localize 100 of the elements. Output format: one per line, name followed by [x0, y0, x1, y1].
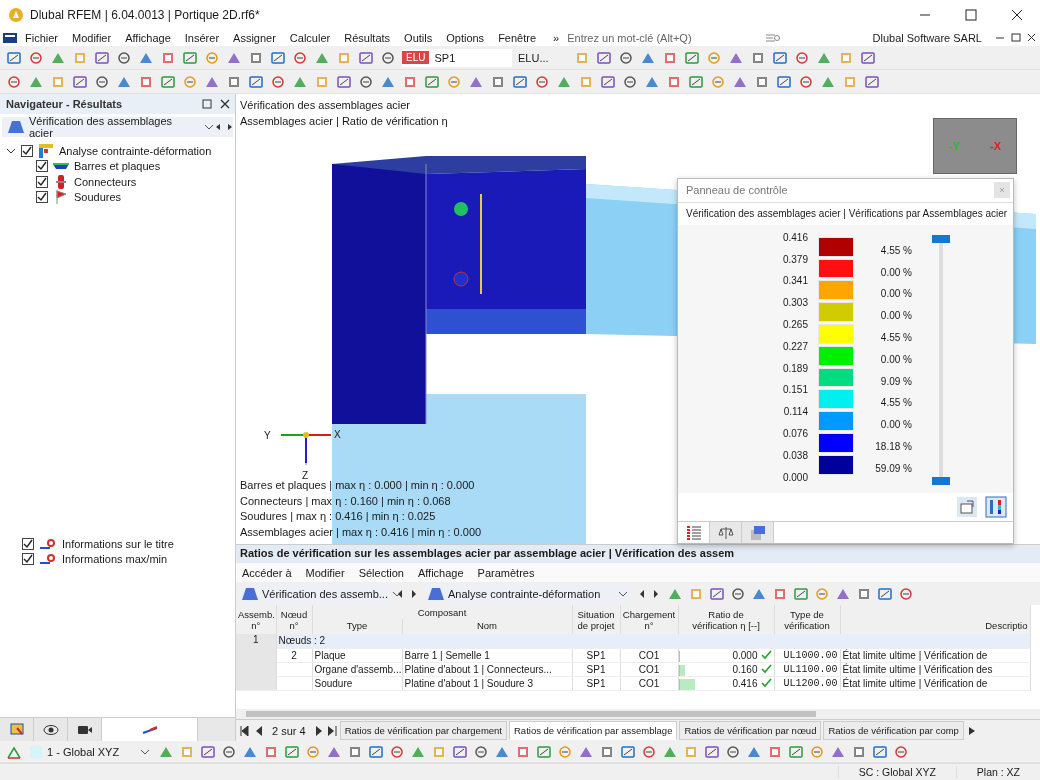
tool-icon[interactable]: [336, 73, 352, 90]
tool-icon[interactable]: [512, 73, 528, 90]
tool-icon[interactable]: [72, 73, 88, 90]
checkbox[interactable]: [36, 160, 48, 173]
tree-item[interactable]: Connecteurs: [74, 175, 137, 188]
slider-handle[interactable]: [932, 234, 950, 243]
export-icon[interactable]: [957, 497, 977, 518]
tool-icon[interactable]: [864, 73, 880, 90]
tool-icon[interactable]: [794, 49, 810, 66]
tool-icon[interactable]: [182, 49, 198, 66]
first-prev-icon[interactable]: [240, 725, 264, 736]
panel-tab[interactable]: [742, 522, 774, 543]
menu-item[interactable]: Sélection: [358, 566, 404, 579]
results-type-combo[interactable]: Vérification des assemblages acier: [2, 117, 233, 137]
tool-icon[interactable]: [877, 585, 893, 602]
tool-icon[interactable]: [389, 743, 405, 760]
tool-icon[interactable]: [116, 49, 132, 66]
menu-item[interactable]: Assigner: [226, 32, 283, 44]
tool-icon[interactable]: [248, 73, 264, 90]
tool-icon[interactable]: [860, 49, 876, 66]
tool-icon[interactable]: [620, 743, 636, 760]
document-icon[interactable]: [2, 31, 18, 45]
tool-icon[interactable]: [641, 743, 657, 760]
tool-icon[interactable]: [600, 73, 616, 90]
menu-item[interactable]: Outils: [397, 32, 440, 44]
menu-item[interactable]: Calculer: [282, 32, 338, 44]
tool-icon[interactable]: [160, 73, 176, 90]
tool-icon[interactable]: [28, 49, 44, 66]
menu-item[interactable]: Affichage: [417, 566, 464, 579]
tool-icon[interactable]: [284, 743, 300, 760]
checkbox[interactable]: [21, 144, 33, 157]
next-last-icon[interactable]: [313, 725, 338, 736]
search-icon[interactable]: [765, 32, 782, 44]
tool-icon[interactable]: [221, 743, 237, 760]
combo-arrows-icon[interactable]: [203, 121, 233, 133]
checkbox[interactable]: [22, 537, 34, 550]
tool-icon[interactable]: [793, 585, 809, 602]
tool-icon[interactable]: [622, 73, 638, 90]
close-icon[interactable]: [994, 182, 1010, 199]
tool-icon[interactable]: [200, 743, 216, 760]
tool-icon[interactable]: [358, 73, 374, 90]
tool-icon[interactable]: [292, 49, 308, 66]
menu-item[interactable]: Insérer: [177, 32, 227, 44]
tool-icon[interactable]: [618, 49, 634, 66]
tool-icon[interactable]: [776, 73, 792, 90]
result-tab[interactable]: Ratios de vérification par chargement: [339, 721, 507, 740]
tool-icon[interactable]: [596, 49, 612, 66]
menu-item[interactable]: Options: [439, 32, 492, 44]
result-tab[interactable]: Ratios de vérification par nœud: [679, 721, 822, 740]
tool-icon[interactable]: [94, 73, 110, 90]
menu-item[interactable]: Paramètres: [477, 566, 535, 579]
option-item[interactable]: Informations max/min: [62, 553, 168, 566]
tool-icon[interactable]: [94, 49, 110, 66]
menu-item[interactable]: Résultats: [337, 32, 398, 44]
menu-item[interactable]: Affichage: [118, 32, 178, 44]
tool-icon[interactable]: [898, 585, 914, 602]
tree-item[interactable]: Barres et plaques: [74, 160, 161, 173]
tool-icon[interactable]: [270, 49, 286, 66]
horizontal-scrollbar[interactable]: [236, 709, 1040, 719]
panel-controls-icon[interactable]: [201, 98, 231, 110]
menu-item[interactable]: Fenêtre: [491, 32, 544, 44]
panel-tab[interactable]: [710, 522, 742, 543]
menu-item[interactable]: Fichier: [18, 32, 65, 44]
panel-tab[interactable]: [678, 522, 710, 543]
tool-icon[interactable]: [872, 743, 888, 760]
menu-item[interactable]: Accéder à: [242, 566, 292, 579]
tool-icon[interactable]: [684, 49, 700, 66]
menu-item[interactable]: Modifier: [305, 566, 345, 579]
checkbox[interactable]: [22, 553, 34, 566]
tool-icon[interactable]: [788, 743, 804, 760]
option-item[interactable]: Informations sur le titre: [62, 537, 174, 550]
tool-icon[interactable]: [6, 73, 22, 90]
tool-icon[interactable]: [358, 49, 374, 66]
tool-icon[interactable]: [473, 743, 489, 760]
tool-icon[interactable]: [704, 743, 720, 760]
tree-item[interactable]: Soudures: [74, 191, 122, 204]
tool-icon[interactable]: [772, 49, 788, 66]
tree-item[interactable]: Analyse contrainte-déformation: [59, 144, 212, 157]
tool-icon[interactable]: [709, 585, 725, 602]
tool-icon[interactable]: [270, 73, 286, 90]
tool-icon[interactable]: [368, 743, 384, 760]
results-combo[interactable]: Analyse contrainte-déformation: [425, 584, 631, 603]
tool-icon[interactable]: [380, 49, 396, 66]
tool-icon[interactable]: [536, 743, 552, 760]
load-case-combo[interactable]: ELU...: [518, 51, 568, 64]
tool-icon[interactable]: [893, 743, 909, 760]
tool-icon[interactable]: [730, 585, 746, 602]
overflow-chevron[interactable]: »: [543, 32, 566, 44]
result-tab[interactable]: Ratios de vérification par assemblage: [509, 721, 678, 740]
menu-item[interactable]: Modifier: [65, 32, 119, 44]
scroll-thumb[interactable]: [246, 711, 816, 717]
tool-icon[interactable]: [452, 743, 468, 760]
tool-icon[interactable]: [424, 73, 440, 90]
checkbox[interactable]: [36, 191, 48, 204]
tool-icon[interactable]: [798, 73, 814, 90]
tool-icon[interactable]: [534, 73, 550, 90]
tool-icon[interactable]: [725, 743, 741, 760]
result-tab[interactable]: Ratios de vérification par comp: [823, 721, 964, 740]
tool-icon[interactable]: [6, 49, 22, 66]
slider-handle[interactable]: [932, 476, 950, 485]
